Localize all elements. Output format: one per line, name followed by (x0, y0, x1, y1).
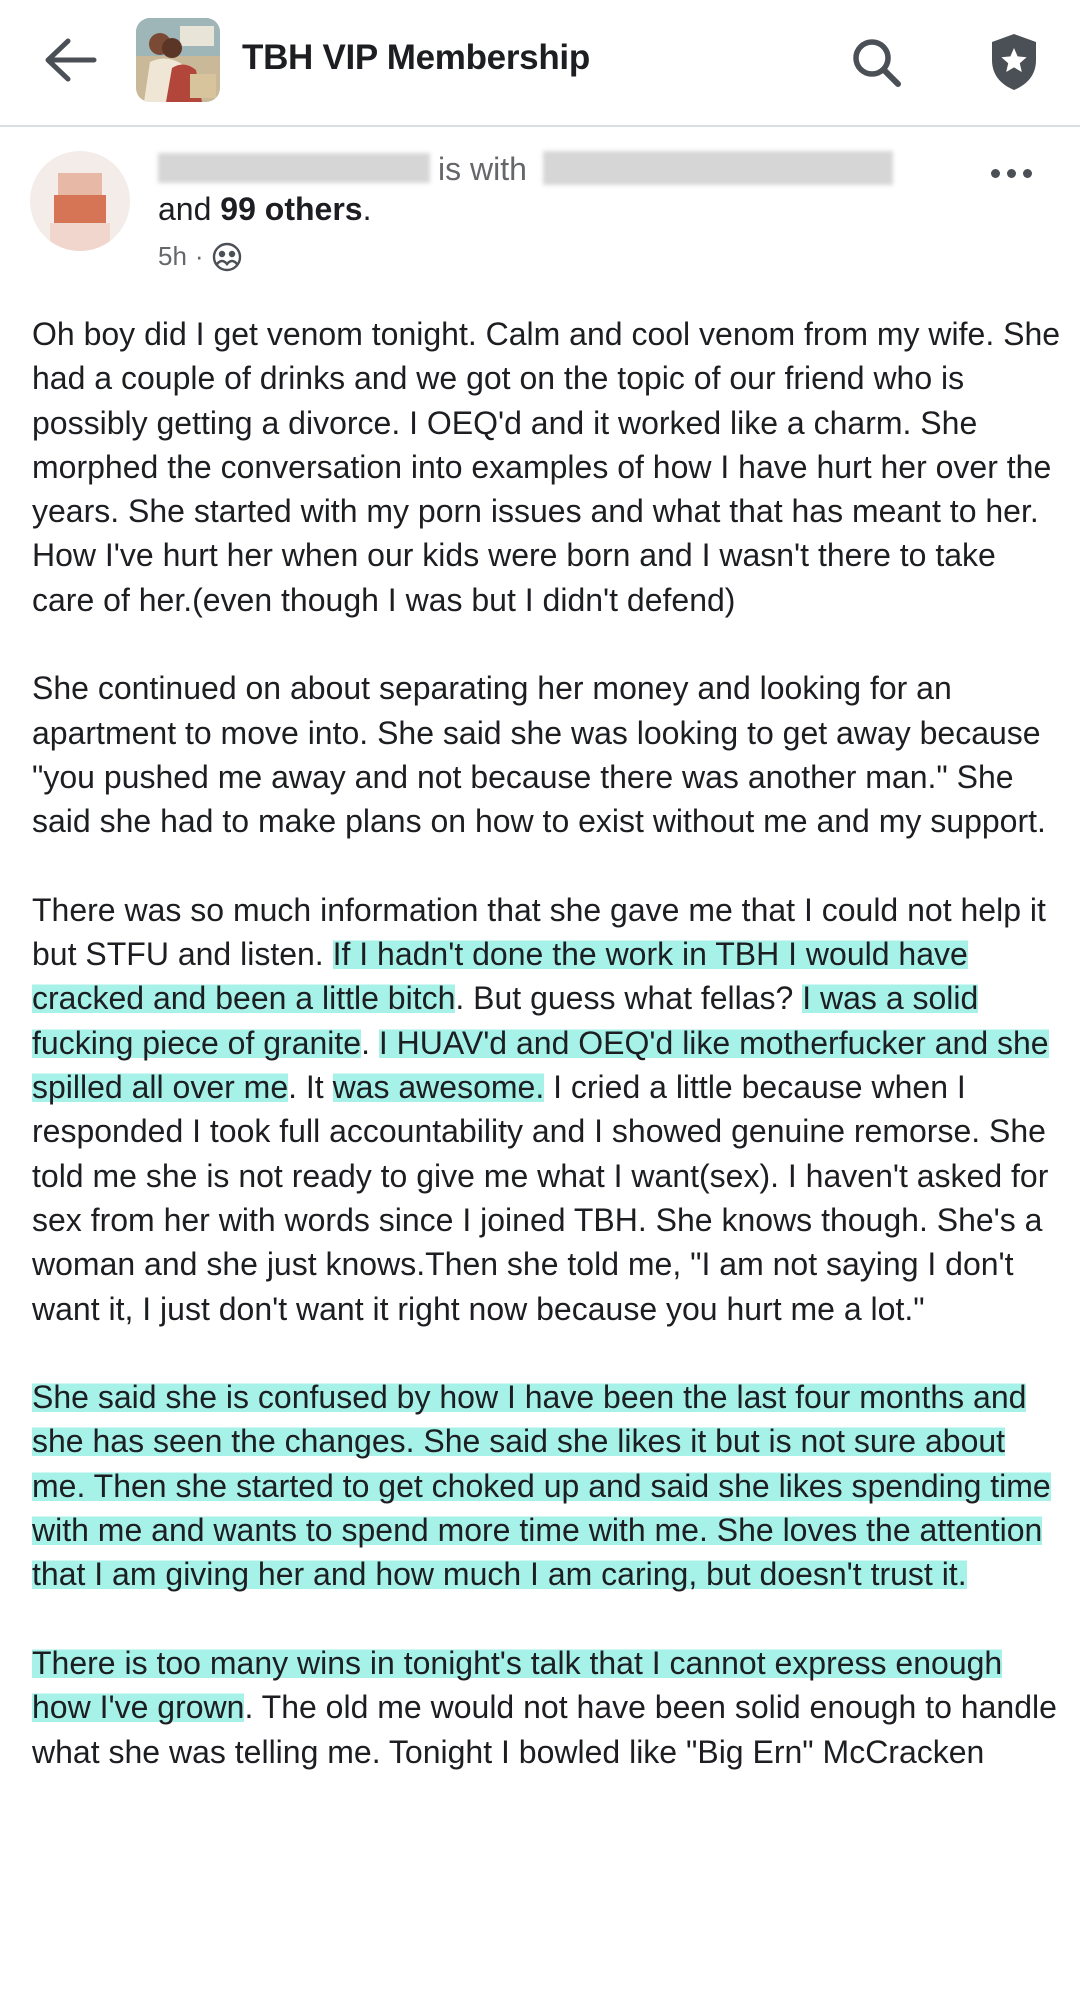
author-avatar[interactable] (30, 151, 130, 251)
post-body: Oh boy did I get venom tonight. Calm and… (32, 312, 1062, 1774)
post-timestamp[interactable]: 5h (158, 241, 187, 272)
with-connector: is with (438, 151, 527, 187)
post-text: She continued on about separating her mo… (32, 670, 1046, 840)
post-meta: 5h · (158, 241, 242, 272)
arrow-left-icon (45, 38, 97, 82)
more-options-icon (990, 168, 1000, 178)
post-paragraph: She said she is confused by how I have b… (32, 1375, 1062, 1596)
more-options-button[interactable] (978, 153, 1044, 193)
highlighted-text: She said she is confused by how I have b… (32, 1379, 1051, 1593)
post-text: . (361, 1024, 379, 1061)
redacted-tagged-name (543, 151, 893, 185)
post-text: . It (288, 1069, 333, 1106)
post-text: Oh boy did I get venom tonight. Calm and… (32, 316, 1061, 618)
search-button[interactable] (840, 26, 914, 100)
tagged-others-line[interactable]: and 99 others. (158, 191, 371, 228)
others-prefix: and (158, 191, 212, 227)
admin-tools-button[interactable] (974, 22, 1054, 102)
search-icon (853, 39, 901, 87)
redacted-author-name (158, 153, 430, 183)
back-button[interactable] (30, 24, 110, 96)
post-paragraph: She continued on about separating her mo… (32, 666, 1062, 843)
author-names-line[interactable]: is with (158, 147, 938, 191)
group-cover-thumbnail[interactable] (136, 18, 220, 102)
highlighted-text: was awesome. (332, 1069, 545, 1106)
post-text: I cried a little because when I responde… (32, 1069, 1049, 1327)
top-app-bar: TBH VIP Membership (0, 0, 1080, 127)
others-suffix: . (362, 191, 372, 227)
others-count-link[interactable]: 99 others (220, 191, 362, 227)
shield-star-icon (992, 34, 1036, 90)
meta-separator: · (194, 241, 204, 271)
post-text: . But guess what fellas? (455, 980, 803, 1017)
group-title[interactable]: TBH VIP Membership (242, 38, 590, 78)
group-privacy-icon (212, 242, 241, 271)
post-paragraph: Oh boy did I get venom tonight. Calm and… (32, 312, 1062, 622)
post-paragraph: There was so much information that she g… (32, 888, 1062, 1331)
post-header: is with and 99 others. 5h · (0, 127, 1080, 287)
post-paragraph: There is too many wins in tonight's talk… (32, 1641, 1062, 1774)
